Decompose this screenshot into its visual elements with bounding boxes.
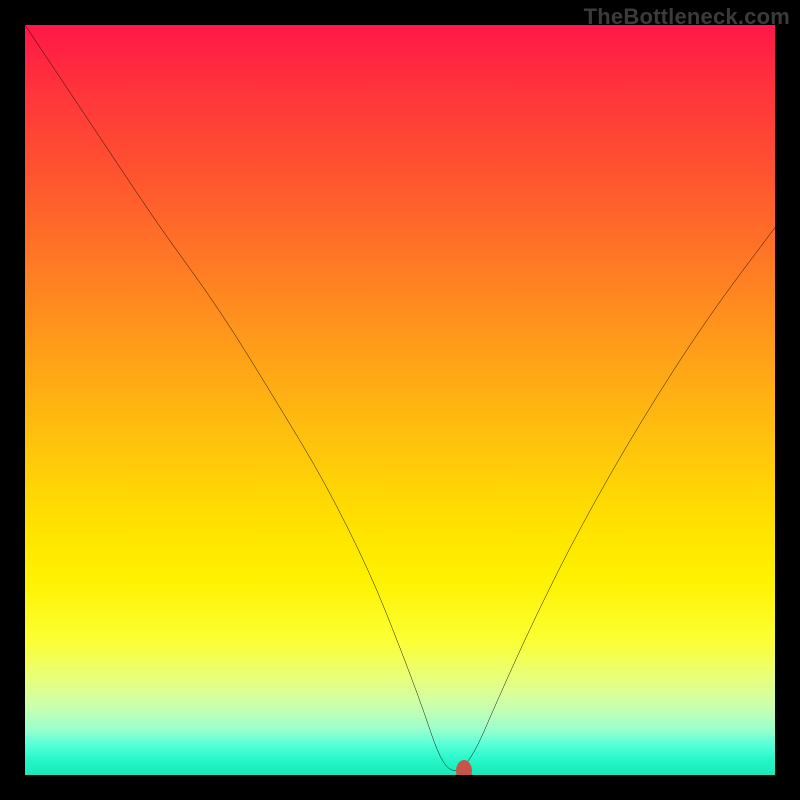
optimal-point-marker [456,760,472,775]
plot-area [25,25,775,775]
curve-path [25,25,775,771]
bottleneck-curve [25,25,775,775]
chart-frame: TheBottleneck.com [0,0,800,800]
